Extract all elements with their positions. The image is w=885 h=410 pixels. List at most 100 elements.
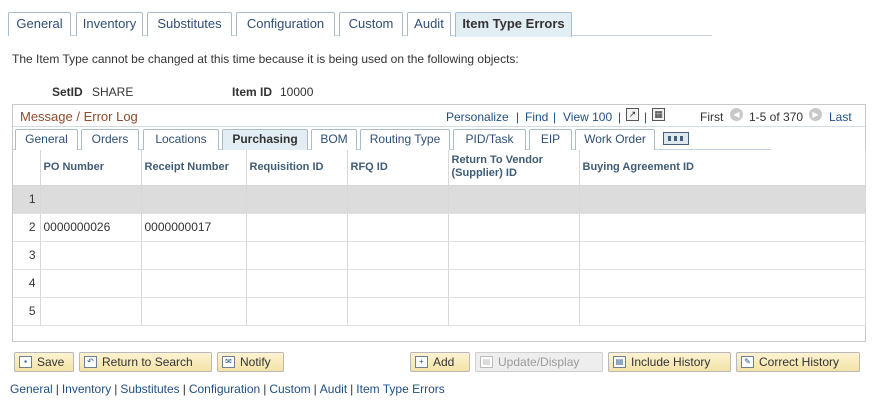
personalize-link[interactable]: Personalize [446,110,509,124]
po-number-cell [40,241,142,270]
find-link[interactable]: Find [525,110,548,124]
return-to-search-button[interactable]: ↶ Return to Search [79,352,212,372]
po-number-header[interactable]: PO Number [40,150,142,186]
row-range: 1-5 of 370 [749,110,804,124]
tab-general[interactable]: General [8,12,71,36]
grid-tab-bom[interactable]: BOM [311,129,357,150]
return-label: Return to Search [102,355,193,369]
buying-agreement-cell [579,297,866,326]
return-to-vendor-cell [448,213,580,242]
notify-button[interactable]: ✉ Notify [217,352,284,372]
requisition-id-cell [246,241,348,270]
rfq-id-header[interactable]: RFQ ID [347,150,449,186]
separator: | [263,382,267,396]
requisition-id-cell [246,269,348,298]
footer-link-inventory[interactable]: Inventory [62,382,111,396]
save-label: Save [37,355,65,369]
buying-agreement-cell [579,213,866,242]
show-all-columns-icon[interactable] [663,132,689,145]
setid-label: SetID [52,85,83,99]
add-label: Add [433,355,455,369]
tab-configuration[interactable]: Configuration [236,12,335,36]
table-row[interactable]: 2 0000000026 0000000017 [13,213,866,242]
separator: | [114,382,118,396]
grid-tab-locations[interactable]: Locations [143,129,219,150]
rfq-id-cell [347,269,449,298]
update-display-button[interactable]: ▤ Update/Display [475,352,603,372]
footer-link-item-type-errors[interactable]: Item Type Errors [356,382,444,396]
first-label: First [700,110,724,124]
new-window-icon[interactable]: ↗ [626,108,639,121]
grid-tab-pid-task[interactable]: PID/Task [453,129,526,150]
buying-agreement-cell [579,241,866,270]
footer-link-substitutes[interactable]: Substitutes [120,382,179,396]
row-number: 2 [13,213,41,242]
grid-title: Message / Error Log [20,109,138,124]
notice-text: The Item Type cannot be changed at this … [12,52,519,66]
po-number-cell [40,269,142,298]
table-row[interactable]: 1 [13,185,866,214]
include-history-icon: ▤ [613,356,626,368]
setid-value: SHARE [92,85,134,99]
receipt-number-header[interactable]: Receipt Number [141,150,247,186]
return-to-vendor-header[interactable]: Return To Vendor (Supplier) ID [448,150,580,186]
save-icon: ▪ [19,356,32,368]
separator: | [182,382,186,396]
last-link[interactable]: Last [829,110,852,124]
page-tab-bar: General Inventory Substitutes Configurat… [8,12,712,37]
buying-agreement-cell [579,185,866,214]
update-display-label: Update/Display [498,355,580,369]
receipt-number-cell [141,241,247,270]
include-history-button[interactable]: ▤ Include History [608,352,731,372]
correct-history-button[interactable]: ✎ Correct History [736,352,860,372]
receipt-number-cell: 0000000017 [141,213,247,242]
include-history-label: Include History [631,355,711,369]
table-row[interactable]: 5 [13,297,866,326]
grid-tab-bar: General Orders Locations Purchasing BOM … [13,128,771,150]
table-row[interactable]: 3 [13,241,866,270]
add-icon: + [415,356,428,368]
correct-history-label: Correct History [759,355,840,369]
buying-agreement-header[interactable]: Buying Agreement ID [579,150,866,186]
tab-inventory[interactable]: Inventory [76,12,143,36]
row-number: 1 [13,185,41,214]
notify-label: Notify [240,355,271,369]
separator: | [313,382,317,396]
requisition-id-cell [246,213,348,242]
grid-tab-orders[interactable]: Orders [81,129,139,150]
return-to-vendor-cell [448,241,580,270]
footer-link-audit[interactable]: Audit [320,382,347,396]
grid-tab-work-order[interactable]: Work Order [575,129,655,150]
grid-tab-general[interactable]: General [15,129,78,150]
grid-tab-routing-type[interactable]: Routing Type [360,129,450,150]
footer-link-custom[interactable]: Custom [269,382,310,396]
tab-substitutes[interactable]: Substitutes [147,12,232,36]
add-button[interactable]: + Add [410,352,470,372]
separator: | [350,382,354,396]
previous-icon[interactable]: ◀ [730,108,743,121]
footer-link-general[interactable]: General [10,382,53,396]
separator: | [516,110,520,124]
separator: | [618,110,622,124]
table-row[interactable]: 4 [13,269,866,298]
tab-custom[interactable]: Custom [339,12,403,36]
receipt-number-cell [141,269,247,298]
message-error-log-grid: Message / Error Log Personalize | Find |… [12,104,866,342]
rfq-id-cell [347,185,449,214]
download-grid-icon[interactable]: ▦ [652,108,665,121]
row-number: 5 [13,297,41,326]
save-button[interactable]: ▪ Save [14,352,74,372]
itemid-label: Item ID [232,85,273,99]
grid-tab-purchasing[interactable]: Purchasing [222,129,308,150]
separator: | [55,382,59,396]
tab-audit[interactable]: Audit [407,12,451,36]
footer-link-configuration[interactable]: Configuration [189,382,260,396]
grid-tab-eip[interactable]: EIP [529,129,572,150]
tab-item-type-errors[interactable]: Item Type Errors [455,12,572,37]
view-100-link[interactable]: View 100 [563,110,612,124]
requisition-id-header[interactable]: Requisition ID [246,150,348,186]
separator: | [644,110,648,124]
table-header-row: PO Number Receipt Number Requisition ID … [13,150,866,186]
next-icon[interactable]: ▶ [809,108,822,121]
row-number: 4 [13,269,41,298]
